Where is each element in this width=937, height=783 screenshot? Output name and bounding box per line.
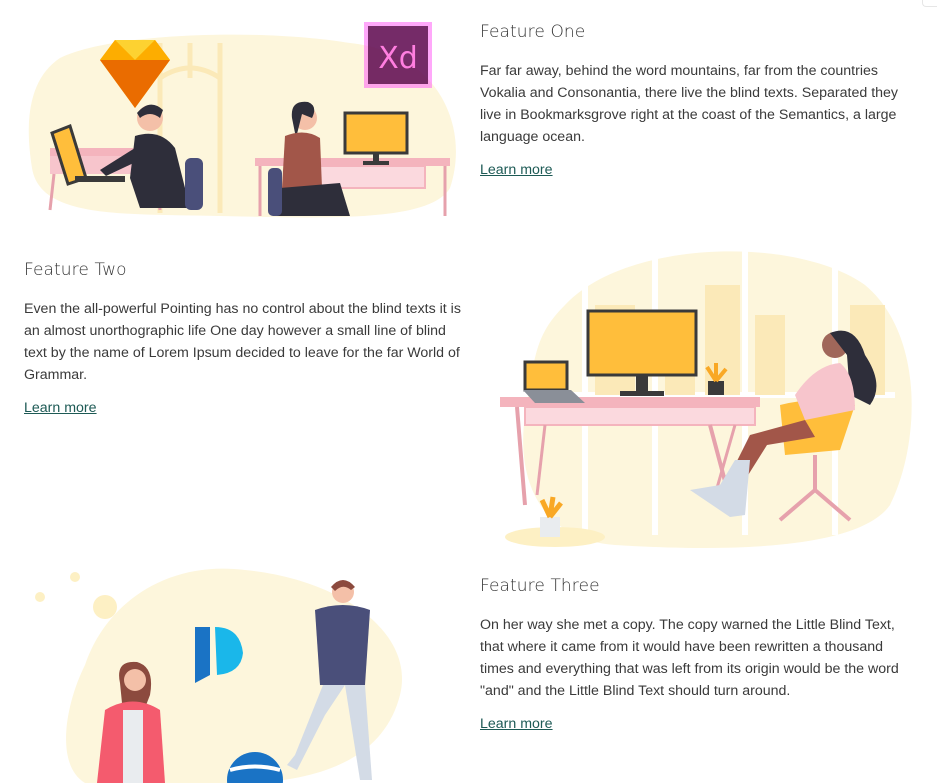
feature-one-illustration: Xd	[28, 22, 456, 218]
feature-two-title: Feature Two	[24, 260, 127, 280]
feature-one-title: Feature One	[480, 22, 586, 42]
feature-two-description: Even the all-powerful Pointing has no co…	[24, 301, 461, 383]
window-corner	[922, 0, 937, 7]
decor-dot	[70, 572, 80, 582]
feature-three-learn-more-link[interactable]: Learn more	[480, 716, 553, 732]
feature-three-description: On her way she met a copy. The copy warn…	[480, 617, 899, 699]
decor-dot	[35, 592, 45, 602]
feature-two: Feature Two Even the all-powerful Pointi…	[24, 260, 464, 417]
feature-three-illustration	[35, 568, 402, 783]
feature-three: Feature Three On her way she met a copy.…	[480, 576, 920, 733]
decor-dot	[93, 595, 117, 619]
feature-three-title: Feature Three	[480, 576, 600, 596]
adobe-xd-logo-icon: Xd	[364, 22, 432, 88]
feature-one: Feature One Far far away, behind the wor…	[480, 22, 920, 179]
xd-logo-text: Xd	[378, 41, 418, 76]
feature-two-illustration	[500, 250, 912, 549]
feature-one-learn-more-link[interactable]: Learn more	[480, 162, 553, 178]
feature-one-description: Far far away, behind the word mountains,…	[480, 63, 899, 145]
feature-two-learn-more-link[interactable]: Learn more	[24, 400, 97, 416]
